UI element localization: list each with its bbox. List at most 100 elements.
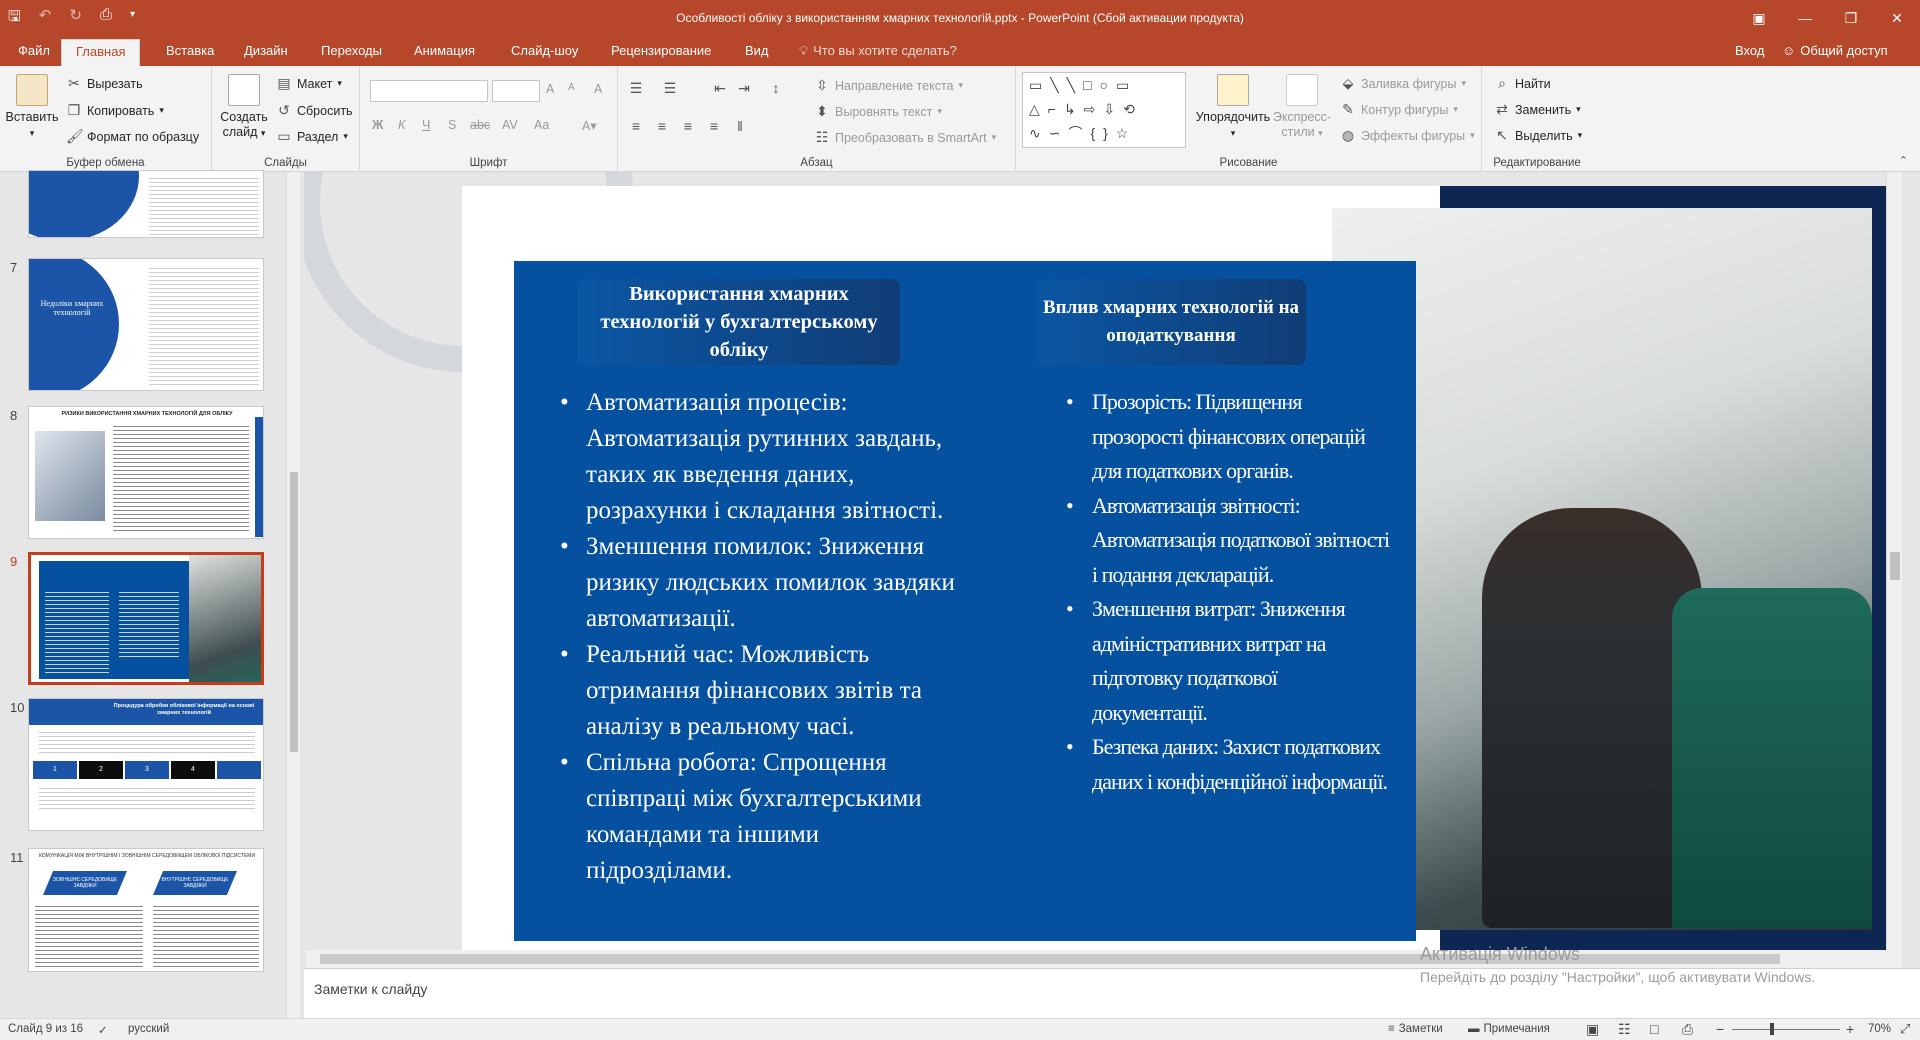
status-bar: Слайд 9 из 16 ✓ русский ≡ Заметки ▬ Примеч…	[0, 1018, 1920, 1040]
strikethrough-button[interactable]: abc	[470, 118, 490, 132]
increase-indent-button[interactable]: ⇥	[736, 80, 752, 97]
slide-thumbnail-11[interactable]: КОМУНІКАЦІЯ МІЖ ВНУТРІШНІМ І ЗОВНІШНІМ С…	[28, 848, 264, 972]
bold-button[interactable]: Ж	[372, 118, 383, 132]
replace-icon: ⇄	[1496, 101, 1508, 117]
slide-sorter-icon[interactable]: ☷	[1618, 1021, 1631, 1038]
cut-button[interactable]: ✂ Вырезать	[66, 75, 142, 92]
normal-view-icon[interactable]: ▣	[1586, 1021, 1599, 1038]
tab-design[interactable]: Дизайн	[244, 43, 288, 58]
slide-thumbnail-6[interactable]	[28, 170, 264, 238]
line-spacing-button[interactable]: ↕	[768, 80, 784, 96]
tab-animations[interactable]: Анимация	[414, 43, 475, 58]
shrink-font-button[interactable]: A	[568, 82, 575, 93]
tab-transitions[interactable]: Переходы	[321, 43, 382, 58]
italic-button[interactable]: К	[398, 118, 405, 132]
shapes-gallery[interactable]: ▭╲╲□○▭ △⌐↳⇨⇩⟲ ∿∽⌒{}☆	[1022, 72, 1186, 148]
justify-icon[interactable]: ≡	[706, 118, 722, 134]
tab-view[interactable]: Вид	[745, 43, 769, 58]
reading-view-icon[interactable]: □	[1650, 1021, 1658, 1037]
align-right-icon[interactable]: ≡	[680, 118, 696, 134]
slide-thumbnail-10[interactable]: Процедура обробки облікової інформації н…	[28, 698, 264, 831]
zoom-level[interactable]: 70%	[1868, 1023, 1891, 1035]
language-indicator[interactable]: русский	[128, 1023, 169, 1035]
editing-group: ⌕ Найти ⇄ Заменить ▾ ↖ Выделить ▾ Редактирова…	[1482, 66, 1592, 172]
collapse-ribbon-icon[interactable]: ⌃	[1899, 154, 1908, 167]
decrease-indent-button[interactable]: ⇤	[712, 80, 728, 97]
editor-vertical-scrollbar[interactable]	[1886, 172, 1902, 952]
slide-canvas[interactable]: Використання хмарних технологій у бухгал…	[462, 186, 1886, 952]
zoom-in-icon[interactable]: +	[1846, 1021, 1854, 1037]
change-case-button[interactable]: Aa	[534, 118, 549, 132]
paste-button[interactable]: Вставить ▾	[4, 74, 60, 141]
fit-to-window-icon[interactable]: ⤢	[1900, 1021, 1910, 1037]
right-heading-box[interactable]: Вплив хмарних технологій на оподаткуванн…	[1036, 279, 1306, 365]
reset-button[interactable]: ↺ Сбросить	[276, 102, 352, 119]
font-name-field[interactable]	[370, 80, 488, 102]
tab-file[interactable]: Файл	[18, 43, 50, 58]
tab-review[interactable]: Рецензирование	[611, 43, 711, 58]
new-slide-button[interactable]: Создать слайд ▾	[216, 74, 272, 141]
tab-home[interactable]: Главная	[61, 39, 141, 66]
shape-glyphs-icon: ▭╲╲□○▭ △⌐↳⇨⇩⟲ ∿∽⌒{}☆	[1029, 77, 1143, 141]
ribbon-display-options-icon[interactable]: ▣	[1736, 0, 1782, 36]
text-direction-button[interactable]: ⇳ Направление текста ▾	[814, 77, 963, 94]
right-bullets[interactable]: Прозорість: Підвищення прозорості фінанс…	[1066, 385, 1390, 799]
numbering-button[interactable]: ☰	[662, 80, 678, 97]
find-button[interactable]: ⌕ Найти	[1494, 75, 1551, 92]
font-color-button[interactable]: A▾	[582, 118, 597, 133]
spellcheck-icon[interactable]: ✓	[98, 1023, 108, 1037]
char-spacing-button[interactable]: AV	[502, 118, 518, 132]
outdent-icon: ⇤	[714, 80, 726, 96]
thumbnails-scroll-thumb[interactable]	[290, 472, 298, 752]
comments-toggle[interactable]: ▬ Примечания	[1468, 1023, 1550, 1035]
align-left-icon[interactable]: ≡	[628, 118, 644, 134]
quick-styles-button[interactable]: Экспресс-стили ▾	[1272, 74, 1332, 141]
shape-fill-button[interactable]: ⬙ Заливка фигуры ▾	[1340, 75, 1466, 92]
alignment-buttons[interactable]: ≡ ≡ ≡ ≡ ‖	[628, 118, 748, 134]
notes-toggle[interactable]: ≡ Заметки	[1388, 1023, 1443, 1035]
signin-link[interactable]: Вход	[1735, 43, 1764, 58]
share-button[interactable]: ☺ Общий доступ	[1782, 43, 1888, 58]
arrange-button[interactable]: Упорядочить ▾	[1192, 74, 1274, 141]
convert-smartart-button[interactable]: ☷ Преобразовать в SmartArt ▾	[814, 129, 996, 146]
replace-button[interactable]: ⇄ Заменить ▾	[1494, 101, 1581, 118]
thumb-text-lines	[113, 423, 249, 533]
align-text-button[interactable]: ⬍ Выровнять текст ▾	[814, 103, 942, 120]
layout-icon: ▤	[277, 75, 291, 91]
thumbnails-scrollbar[interactable]	[286, 172, 300, 1018]
bullets-button[interactable]: ☰	[628, 80, 644, 97]
shape-effects-button[interactable]: ◍ Эффекты фигуры ▾	[1340, 127, 1475, 144]
format-painter-button[interactable]: 🖌︎ Формат по образцу	[66, 128, 199, 145]
clear-format-button[interactable]: A	[594, 82, 602, 96]
align-center-icon[interactable]: ≡	[654, 118, 670, 134]
editor-scroll-thumb[interactable]	[1890, 552, 1900, 580]
slide-thumbnail-7[interactable]: Недоліки хмарних технологій	[28, 258, 264, 391]
tab-slideshow[interactable]: Слайд-шоу	[511, 43, 578, 58]
tell-me-box[interactable]: 💡︎ Что вы хотите сделать?	[799, 43, 957, 59]
select-button[interactable]: ↖ Выделить ▾	[1494, 127, 1582, 144]
zoom-slider[interactable]	[1732, 1023, 1840, 1035]
minimize-icon[interactable]: —	[1782, 0, 1828, 36]
close-icon[interactable]: ✕	[1874, 0, 1920, 36]
slide-thumbnail-9-selected[interactable]	[28, 552, 264, 685]
restore-icon[interactable]: ❐	[1828, 0, 1874, 36]
zoom-slider-thumb[interactable]	[1770, 1023, 1774, 1035]
left-heading-box[interactable]: Використання хмарних технологій у бухгал…	[578, 279, 900, 365]
tab-insert[interactable]: Вставка	[166, 43, 214, 58]
left-bullets[interactable]: Автоматизація процесів: Автоматизація ру…	[560, 385, 970, 889]
grow-font-button[interactable]: A	[546, 82, 554, 96]
slideshow-view-icon[interactable]: ⎙	[1682, 1021, 1693, 1038]
columns-icon[interactable]: ‖	[732, 118, 748, 134]
copy-button[interactable]: ❐ Копировать ▾	[66, 102, 164, 119]
shape-outline-button[interactable]: ✎ Контур фигуры ▾	[1340, 101, 1458, 118]
zoom-out-icon[interactable]: −	[1716, 1021, 1724, 1037]
section-button[interactable]: ▭ Раздел ▾	[276, 128, 347, 145]
slide-thumbnail-8[interactable]: РИЗИКИ ВИКОРИСТАННЯ ХМАРНИХ ТЕХНОЛОГІЙ Д…	[28, 406, 264, 539]
layout-button[interactable]: ▤ Макет ▾	[276, 75, 342, 92]
shadow-button[interactable]: S	[448, 118, 456, 132]
editor-horizontal-scrollbar[interactable]	[306, 950, 1902, 968]
drawing-group-label: Рисование	[1219, 157, 1278, 169]
thumb-text-lines	[35, 903, 143, 969]
underline-button[interactable]: Ч	[422, 118, 430, 132]
font-size-field[interactable]	[492, 80, 540, 102]
